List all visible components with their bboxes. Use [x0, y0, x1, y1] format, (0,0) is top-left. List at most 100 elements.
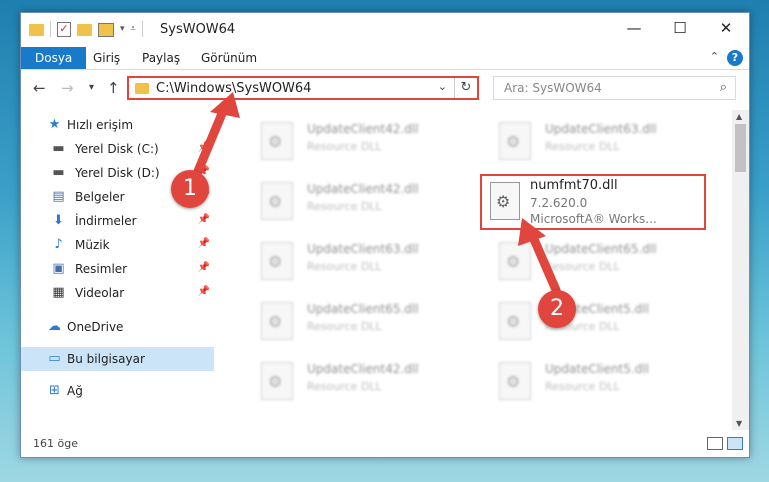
vertical-scrollbar[interactable]: ▲ ▼: [732, 110, 749, 430]
file-type: Resource DLL: [545, 140, 620, 153]
file-type: Resource DLL: [307, 380, 382, 393]
list-item[interactable]: UpdateClient63.dll Resource DLL: [241, 236, 471, 286]
list-item[interactable]: UpdateClient42.dll Resource DLL: [241, 176, 471, 226]
window-controls: — ☐ ✕: [611, 13, 749, 43]
dll-file-icon: [499, 122, 531, 160]
window-title: SysWOW64: [160, 22, 236, 37]
sidebar-item-onedrive[interactable]: ☁ OneDrive: [21, 315, 214, 339]
new-folder-icon[interactable]: [77, 24, 92, 36]
pin-icon[interactable]: 📌: [198, 262, 210, 273]
file-type: Resource DLL: [307, 200, 382, 213]
maximize-button[interactable]: ☐: [657, 13, 703, 43]
sidebar-item-label: Müzik: [75, 238, 110, 252]
search-placeholder: Ara: SysWOW64: [504, 81, 602, 95]
recent-chevron-icon[interactable]: ▾: [89, 82, 94, 93]
customize-toolbar-icon[interactable]: ⩡: [131, 24, 136, 34]
folder-icon[interactable]: [29, 24, 44, 36]
dll-file-icon: [499, 302, 531, 340]
sidebar-item-label: Resimler: [75, 262, 128, 276]
sidebar-item-label: Videolar: [75, 286, 125, 300]
tab-gorunum[interactable]: Görünüm: [201, 47, 257, 69]
divider: [141, 21, 143, 37]
list-item[interactable]: UpdateClient65.dll Resource DLL: [479, 236, 709, 286]
quick-access-toolbar: ✓ ▾ ⩡: [29, 21, 143, 37]
up-arrow-icon[interactable]: ↑: [107, 79, 120, 97]
dll-file-icon: [261, 242, 293, 280]
list-item[interactable]: UpdateClient42.dll Resource DLL: [241, 116, 471, 166]
scroll-up-icon[interactable]: ▲: [736, 112, 742, 121]
sidebar-item-label: Bu bilgisayar: [67, 352, 145, 366]
file-version: 7.2.620.0: [530, 196, 588, 210]
properties-check-icon[interactable]: ✓: [57, 21, 71, 37]
file-name: UpdateClient63.dll: [545, 122, 657, 136]
search-icon[interactable]: ⌕: [720, 80, 727, 95]
file-name: UpdateClient42.dll: [307, 122, 419, 136]
sidebar-item-quick-access[interactable]: ★ Hızlı erişim: [21, 113, 214, 137]
sidebar-item-label: Yerel Disk (C:): [75, 142, 159, 156]
tab-giris[interactable]: Giriş: [93, 47, 120, 69]
back-arrow-icon[interactable]: ←: [33, 79, 46, 97]
file-name: UpdateClient63.dll: [307, 242, 419, 256]
navigation-pane: ★ Hızlı erişim ▬ Yerel Disk (C:) 📌 ▬ Yer…: [21, 113, 214, 423]
list-item[interactable]: UpdateClient63.dll Resource DLL: [479, 116, 709, 166]
title-bar: ✓ ▾ ⩡ SysWOW64 — ☐ ✕: [21, 13, 749, 47]
address-path[interactable]: C:\Windows\SysWOW64: [156, 81, 311, 96]
close-button[interactable]: ✕: [703, 13, 749, 43]
file-type: Resource DLL: [545, 380, 620, 393]
pin-icon[interactable]: 📌: [198, 238, 210, 249]
help-icon[interactable]: ?: [727, 50, 743, 66]
address-bar[interactable]: C:\Windows\SysWOW64 ⌄ ↻: [127, 76, 479, 100]
sidebar-item-this-pc[interactable]: ▭ Bu bilgisayar: [21, 347, 214, 371]
music-icon: ♪: [54, 237, 63, 252]
documents-icon: ▤: [52, 189, 65, 204]
file-type: Resource DLL: [307, 320, 382, 333]
list-item[interactable]: UpdateClient65.dll Resource DLL: [241, 296, 471, 346]
sidebar-item-network[interactable]: ⊞ Ağ: [21, 379, 214, 403]
list-item[interactable]: UpdateClient5.dll Resource DLL: [479, 356, 709, 406]
dll-file-icon: [261, 122, 293, 160]
scroll-down-icon[interactable]: ▼: [736, 419, 742, 428]
star-icon: ★: [48, 117, 61, 132]
tab-dosya[interactable]: Dosya: [21, 47, 87, 69]
dll-file-icon: [499, 242, 531, 280]
sidebar-item-label: OneDrive: [67, 320, 124, 334]
search-input[interactable]: Ara: SysWOW64 ⌕: [493, 76, 736, 100]
dll-file-icon: [261, 182, 293, 220]
list-item[interactable]: UpdateClient42.dll Resource DLL: [241, 356, 471, 406]
chevron-up-icon[interactable]: ⌃: [710, 50, 719, 63]
cloud-icon: ☁: [48, 319, 61, 334]
file-list: UpdateClient42.dll Resource DLL UpdateCl…: [221, 110, 731, 430]
details-view-icon[interactable]: [707, 437, 723, 450]
pin-icon[interactable]: 📌: [198, 142, 210, 153]
chevron-down-icon[interactable]: ▾: [120, 24, 125, 34]
chevron-down-icon[interactable]: ⌄: [438, 80, 447, 93]
video-icon: ▦: [52, 285, 65, 300]
properties-icon[interactable]: [98, 23, 114, 37]
step-1-badge: 1: [171, 170, 209, 208]
file-name: UpdateClient5.dll: [545, 362, 649, 376]
forward-arrow-icon[interactable]: →: [61, 79, 74, 97]
folder-icon: [135, 83, 149, 94]
sidebar-item-local-disk-c[interactable]: ▬ Yerel Disk (C:) 📌: [21, 137, 214, 161]
dll-file-icon: [499, 362, 531, 400]
file-name: UpdateClient65.dll: [545, 242, 657, 256]
pin-icon[interactable]: 📌: [198, 286, 210, 297]
file-type: Resource DLL: [307, 140, 382, 153]
tab-paylas[interactable]: Paylaş: [142, 47, 180, 69]
tiles-view-icon[interactable]: [727, 437, 743, 450]
sidebar-item-videos[interactable]: ▦ Videolar 📌: [21, 281, 214, 305]
scrollbar-thumb[interactable]: [735, 124, 746, 172]
highlighted-file-item[interactable]: numfmt70.dll 7.2.620.0 MicrosoftA® Works…: [480, 174, 706, 230]
dll-file-icon: [490, 182, 520, 220]
sidebar-item-music[interactable]: ♪ Müzik 📌: [21, 233, 214, 257]
sidebar-item-downloads[interactable]: ⬇ İndirmeler 📌: [21, 209, 214, 233]
drive-icon: ▬: [52, 165, 65, 180]
minimize-button[interactable]: —: [611, 13, 657, 43]
list-item[interactable]: UpdateClient5.dll Resource DLL: [479, 296, 709, 346]
computer-icon: ▭: [48, 351, 61, 366]
file-type: Resource DLL: [307, 260, 382, 273]
sidebar-item-pictures[interactable]: ▣ Resimler 📌: [21, 257, 214, 281]
item-count: 161 öge: [33, 437, 78, 450]
refresh-icon[interactable]: ↻: [454, 78, 477, 98]
pin-icon[interactable]: 📌: [198, 214, 210, 225]
